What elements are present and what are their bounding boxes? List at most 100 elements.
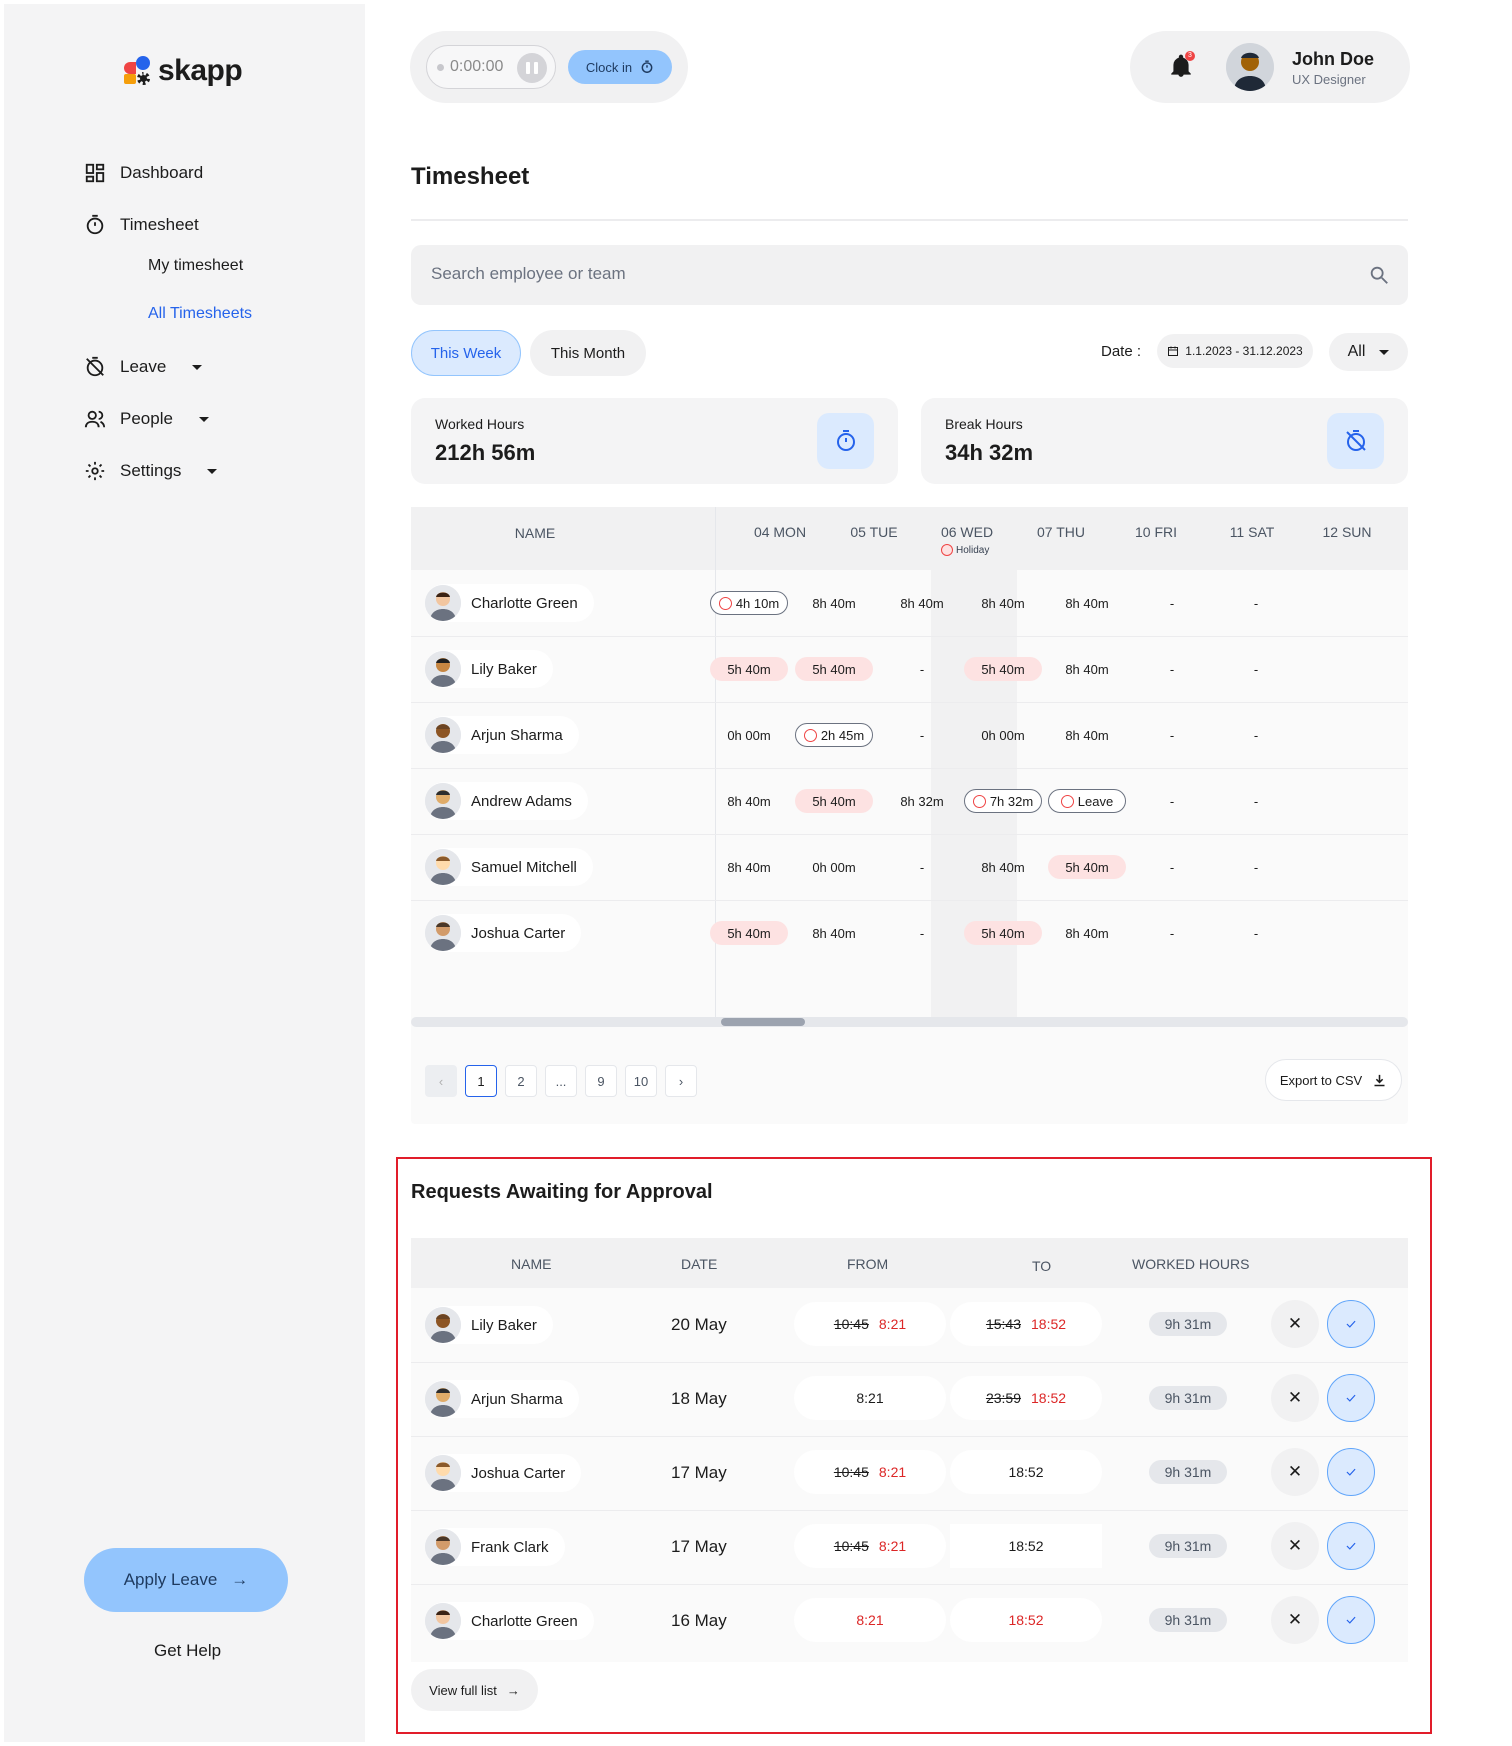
time-cell[interactable]: - <box>1133 591 1211 615</box>
get-help-link[interactable]: Get Help <box>154 1641 221 1661</box>
employee-chip[interactable]: Samuel Mitchell <box>425 848 593 886</box>
employee-chip[interactable]: Charlotte Green <box>425 1602 594 1640</box>
approve-button[interactable] <box>1327 1448 1375 1496</box>
time-cell[interactable]: - <box>1217 723 1295 747</box>
avatar <box>425 585 461 621</box>
sidebar-subitem-all-timesheets[interactable]: All Timesheets <box>148 305 252 323</box>
time-cell[interactable]: - <box>1133 657 1211 681</box>
employee-chip[interactable]: Lily Baker <box>425 1306 553 1344</box>
page-button[interactable]: 1 <box>465 1065 497 1097</box>
time-cell[interactable]: 8h 40m <box>1048 921 1126 945</box>
time-cell[interactable]: 0h 00m <box>964 723 1042 747</box>
time-cell[interactable]: 7h 32m <box>964 789 1042 813</box>
time-cell[interactable]: Leave <box>1048 789 1126 813</box>
search-input[interactable]: Search employee or team <box>431 264 626 284</box>
approve-button[interactable] <box>1327 1522 1375 1570</box>
prev-page-button[interactable]: ‹ <box>425 1065 457 1097</box>
sidebar-item-dashboard[interactable]: Dashboard <box>84 162 203 184</box>
time-cell[interactable]: - <box>1133 723 1211 747</box>
timer-off-icon <box>1327 413 1384 469</box>
reject-button[interactable]: ✕ <box>1271 1448 1319 1496</box>
tab-this-week[interactable]: This Week <box>411 330 521 376</box>
row-divider <box>411 702 1408 703</box>
time-cell[interactable]: 8h 40m <box>964 591 1042 615</box>
view-full-list-button[interactable]: View full list → <box>411 1669 538 1711</box>
time-cell[interactable]: - <box>883 921 961 945</box>
search-icon[interactable] <box>1368 264 1390 286</box>
time-cell[interactable]: 5h 40m <box>964 921 1042 945</box>
time-cell[interactable]: - <box>883 723 961 747</box>
time-cell[interactable]: - <box>1133 855 1211 879</box>
page-ellipsis[interactable]: ... <box>545 1065 577 1097</box>
date-label: Date : <box>1101 343 1142 360</box>
employee-chip[interactable]: Andrew Adams <box>425 782 588 820</box>
time-cell[interactable]: - <box>1217 657 1295 681</box>
time-cell[interactable]: 5h 40m <box>1048 855 1126 879</box>
employee-chip[interactable]: Joshua Carter <box>425 914 582 952</box>
time-cell[interactable]: 5h 40m <box>795 657 873 681</box>
scrollbar-thumb[interactable] <box>721 1018 805 1026</box>
time-cell[interactable]: - <box>883 855 961 879</box>
time-cell[interactable]: - <box>1217 921 1295 945</box>
employee-chip[interactable]: Frank Clark <box>425 1528 565 1566</box>
employee-chip[interactable]: Charlotte Green <box>425 584 594 622</box>
approve-button[interactable] <box>1327 1300 1375 1348</box>
sidebar-subitem-my-timesheet[interactable]: My timesheet <box>148 257 243 275</box>
time-cell[interactable]: 8h 40m <box>883 591 961 615</box>
tab-this-month[interactable]: This Month <box>530 330 646 376</box>
notification-bell-icon[interactable]: 3 <box>1168 51 1195 79</box>
time-cell[interactable]: 8h 40m <box>795 591 873 615</box>
time-cell[interactable]: - <box>1133 921 1211 945</box>
sidebar-item-timesheet[interactable]: Timesheet <box>84 214 199 236</box>
employee-chip[interactable]: Arjun Sharma <box>425 716 579 754</box>
reject-button[interactable]: ✕ <box>1271 1374 1319 1422</box>
close-icon: ✕ <box>1287 1388 1303 1407</box>
time-cell[interactable]: 8h 40m <box>710 789 788 813</box>
time-cell[interactable]: - <box>1217 789 1295 813</box>
time-cell[interactable]: 8h 32m <box>883 789 961 813</box>
employee-chip[interactable]: Joshua Carter <box>425 1454 582 1492</box>
reject-button[interactable]: ✕ <box>1271 1522 1319 1570</box>
reject-button[interactable]: ✕ <box>1271 1596 1319 1644</box>
approve-button[interactable] <box>1327 1596 1375 1644</box>
page-button[interactable]: 10 <box>625 1065 657 1097</box>
approve-button[interactable] <box>1327 1374 1375 1422</box>
export-csv-button[interactable]: Export to CSV <box>1265 1059 1402 1101</box>
time-cell[interactable]: - <box>1133 789 1211 813</box>
filter-select[interactable]: All <box>1329 333 1408 371</box>
time-cell[interactable]: 8h 40m <box>710 855 788 879</box>
horizontal-scrollbar[interactable] <box>411 1017 1408 1027</box>
clock-in-button[interactable]: Clock in <box>568 50 672 84</box>
time-cell[interactable]: 5h 40m <box>710 921 788 945</box>
time-cell[interactable]: 0h 00m <box>795 855 873 879</box>
time-cell[interactable]: 4h 10m <box>710 591 788 615</box>
employee-chip[interactable]: Lily Baker <box>425 650 553 688</box>
sidebar-item-settings[interactable]: Settings <box>84 460 218 482</box>
time-cell[interactable]: 5h 40m <box>964 657 1042 681</box>
time-cell[interactable]: 5h 40m <box>710 657 788 681</box>
time-cell[interactable]: - <box>1217 855 1295 879</box>
next-page-button[interactable]: › <box>665 1065 697 1097</box>
sidebar-item-people[interactable]: People <box>84 408 209 430</box>
time-cell[interactable]: 8h 40m <box>964 855 1042 879</box>
break-hours-card: Break Hours 34h 32m <box>921 398 1408 484</box>
time-cell[interactable]: - <box>883 657 961 681</box>
page-button[interactable]: 2 <box>505 1065 537 1097</box>
time-cell[interactable]: 8h 40m <box>1048 591 1126 615</box>
date-range-picker[interactable]: 1.1.2023 - 31.12.2023 <box>1157 334 1313 368</box>
user-menu[interactable]: 3 John Doe UX Designer <box>1130 31 1410 103</box>
time-cell[interactable]: - <box>1217 591 1295 615</box>
pause-button[interactable] <box>517 53 547 83</box>
apply-leave-button[interactable]: Apply Leave → <box>84 1548 288 1612</box>
search-bar[interactable]: Search employee or team <box>411 245 1408 305</box>
time-cell[interactable]: 8h 40m <box>795 921 873 945</box>
page-button[interactable]: 9 <box>585 1065 617 1097</box>
time-cell[interactable]: 5h 40m <box>795 789 873 813</box>
reject-button[interactable]: ✕ <box>1271 1300 1319 1348</box>
employee-chip[interactable]: Arjun Sharma <box>425 1380 579 1418</box>
time-cell[interactable]: 0h 00m <box>710 723 788 747</box>
time-cell[interactable]: 2h 45m <box>795 723 873 747</box>
sidebar-item-leave[interactable]: Leave <box>84 356 203 378</box>
time-cell[interactable]: 8h 40m <box>1048 723 1126 747</box>
time-cell[interactable]: 8h 40m <box>1048 657 1126 681</box>
